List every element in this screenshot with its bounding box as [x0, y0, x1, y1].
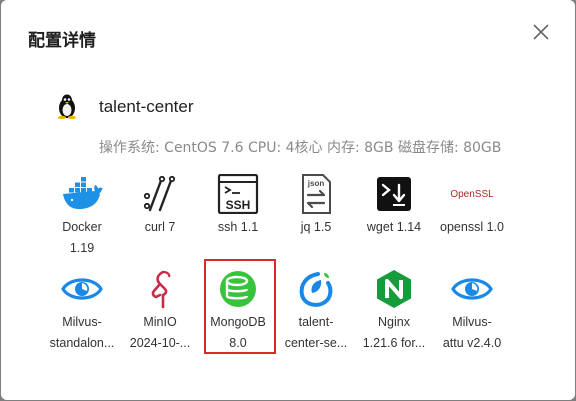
- mongodb-icon: [220, 271, 256, 307]
- component-name: Milvus-: [62, 315, 102, 329]
- close-icon[interactable]: [532, 23, 550, 41]
- component-name: curl 7: [144, 220, 176, 234]
- component-docker[interactable]: Docker 1.19: [46, 174, 118, 259]
- component-openssl[interactable]: OpenSSL openssl 1.0: [436, 174, 508, 238]
- json-jq-icon: json: [302, 174, 331, 214]
- component-name: jq 1.5: [300, 220, 332, 234]
- component-name: Milvus-: [452, 315, 492, 329]
- component-version: 8.0: [229, 336, 247, 350]
- wget-terminal-icon: [377, 177, 411, 211]
- component-version: center-se...: [284, 336, 348, 350]
- milvus-eye-icon: [451, 278, 493, 300]
- component-version: 2024-10-...: [129, 336, 191, 350]
- host-name: talent-center: [99, 97, 194, 116]
- component-ssh[interactable]: SSH ssh 1.1: [202, 174, 274, 238]
- milvus-eye-icon: [61, 278, 103, 300]
- minio-icon: [151, 270, 171, 309]
- component-wget[interactable]: wget 1.14: [358, 174, 430, 238]
- nginx-icon: [377, 270, 411, 308]
- svg-text:SSH: SSH: [226, 198, 251, 212]
- docker-icon: [63, 177, 103, 209]
- component-name: wget 1.14: [366, 220, 422, 234]
- component-version: 1.19: [69, 241, 95, 255]
- component-name: Nginx: [378, 315, 410, 329]
- system-info: 操作系统: CentOS 7.6 CPU: 4核心 内存: 8GB 磁盘存储: …: [99, 140, 502, 156]
- component-version: attu v2.4.0: [442, 336, 502, 350]
- svg-text:json: json: [307, 179, 325, 188]
- component-minio[interactable]: MinIO 2024-10-...: [124, 269, 196, 354]
- component-curl[interactable]: curl 7: [124, 174, 196, 238]
- ssh-icon: SSH: [217, 174, 259, 214]
- component-nginx[interactable]: Nginx 1.21.6 for...: [358, 269, 430, 354]
- curl-icon: [143, 175, 176, 212]
- component-milvus-attu[interactable]: Milvus- attu v2.4.0: [436, 269, 508, 354]
- component-name: Docker: [62, 220, 102, 234]
- component-name: MongoDB: [210, 315, 266, 329]
- svg-text:OpenSSL: OpenSSL: [450, 189, 494, 200]
- config-detail-dialog: 配置详情 talent-center 操作系统: CentOS 7.6 CPU:…: [1, 0, 575, 400]
- talent-center-icon: [299, 272, 333, 307]
- component-version: standalon...: [49, 336, 115, 350]
- component-jq[interactable]: json jq 1.5: [280, 174, 352, 238]
- component-version: 1.21.6 for...: [362, 336, 426, 350]
- component-milvus-standalone[interactable]: Milvus- standalon...: [46, 269, 118, 354]
- component-name: talent-: [298, 315, 334, 329]
- component-name: ssh 1.1: [217, 220, 259, 234]
- openssl-icon: OpenSSL: [450, 189, 494, 200]
- component-mongodb[interactable]: MongoDB 8.0: [202, 269, 274, 354]
- component-name: openssl 1.0: [440, 220, 504, 234]
- linux-tux-icon: [58, 94, 76, 119]
- dialog-title: 配置详情: [28, 31, 96, 51]
- component-name: MinIO: [143, 315, 177, 329]
- component-talent-center-server[interactable]: talent- center-se...: [280, 269, 352, 354]
